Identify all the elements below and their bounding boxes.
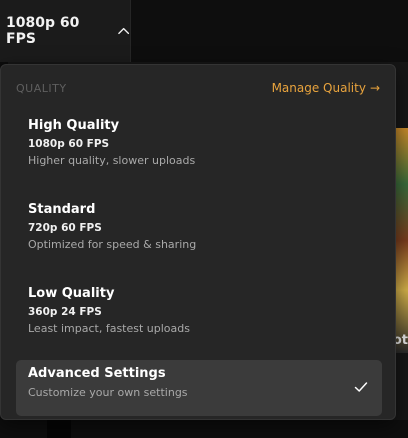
top-bar: 1080p 60 FPS (0, 0, 408, 62)
option-title: Low Quality (28, 286, 115, 301)
background-thumbnail (394, 128, 408, 353)
quality-option-standard[interactable]: Standard 720p 60 FPS Optimized for speed… (16, 196, 382, 252)
arrow-right-icon: → (369, 81, 380, 95)
option-title: Standard (28, 202, 96, 217)
option-description: Optimized for speed & sharing (28, 238, 197, 251)
quality-dropdown-button[interactable]: 1080p 60 FPS (0, 0, 131, 62)
quality-menu-header: QUALITY Manage Quality → (16, 79, 380, 97)
option-description: Higher quality, slower uploads (28, 154, 196, 167)
quality-dropdown-label: 1080p 60 FPS (6, 15, 80, 47)
background-bottom-block (47, 420, 71, 438)
option-description: Least impact, fastest uploads (28, 322, 190, 335)
option-title: High Quality (28, 118, 120, 133)
option-spec: 1080p 60 FPS (28, 138, 110, 150)
quality-menu: QUALITY Manage Quality → High Quality 10… (0, 64, 396, 420)
quality-section-label: QUALITY (16, 81, 67, 95)
option-title: Advanced Settings (28, 366, 166, 381)
quality-option-advanced[interactable]: Advanced Settings Customize your own set… (16, 360, 382, 416)
quality-option-high[interactable]: High Quality 1080p 60 FPS Higher quality… (16, 112, 382, 168)
chevron-up-icon (117, 27, 129, 35)
app-stage: ot 1080p 60 FPS QUALITY Manage Quality →… (0, 0, 408, 438)
option-description: Customize your own settings (28, 386, 188, 399)
quality-option-low[interactable]: Low Quality 360p 24 FPS Least impact, fa… (16, 280, 382, 336)
checkmark-icon (354, 382, 368, 392)
option-spec: 360p 24 FPS (28, 306, 102, 318)
manage-quality-link[interactable]: Manage Quality → (272, 81, 380, 95)
option-spec: 720p 60 FPS (28, 222, 102, 234)
manage-quality-label: Manage Quality (271, 81, 366, 95)
